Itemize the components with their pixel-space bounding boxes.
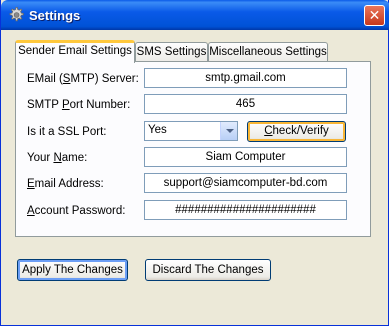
- email-address-label: Email Address:: [27, 178, 104, 190]
- ssl-port-label: Is it a SSL Port:: [27, 126, 107, 138]
- smtp-server-input[interactable]: [144, 68, 347, 88]
- email-address-input[interactable]: [144, 173, 347, 193]
- account-password-label: Account Password:: [27, 205, 126, 217]
- tab-sender-email-settings[interactable]: Sender Email Settings: [15, 40, 135, 63]
- title-bar[interactable]: Settings ✕: [1, 0, 389, 30]
- smtp-port-label: SMTP Port Number:: [27, 99, 131, 111]
- gear-icon: [9, 7, 24, 22]
- apply-changes-button[interactable]: Apply The Changes: [17, 259, 128, 281]
- account-password-input[interactable]: [144, 200, 347, 220]
- settings-window: Settings ✕ SMS Settings Miscellaneous Se…: [0, 0, 389, 326]
- chevron-down-icon[interactable]: [220, 122, 237, 140]
- close-icon: ✕: [368, 7, 381, 23]
- ssl-port-value: Yes: [148, 124, 167, 136]
- check-verify-button[interactable]: Check/Verify: [247, 121, 346, 142]
- discard-changes-button[interactable]: Discard The Changes: [145, 259, 271, 281]
- tab-miscellaneous-settings[interactable]: Miscellaneous Settings: [208, 42, 328, 62]
- close-button[interactable]: ✕: [364, 5, 385, 26]
- your-name-input[interactable]: [144, 147, 347, 167]
- smtp-server-label: EMail (SMTP) Server:: [27, 73, 139, 85]
- window-title: Settings: [29, 8, 81, 23]
- smtp-port-input[interactable]: [144, 94, 347, 114]
- your-name-label: Your Name:: [27, 152, 88, 164]
- ssl-port-select[interactable]: Yes: [144, 121, 238, 141]
- tab-sms-settings[interactable]: SMS Settings: [135, 42, 208, 62]
